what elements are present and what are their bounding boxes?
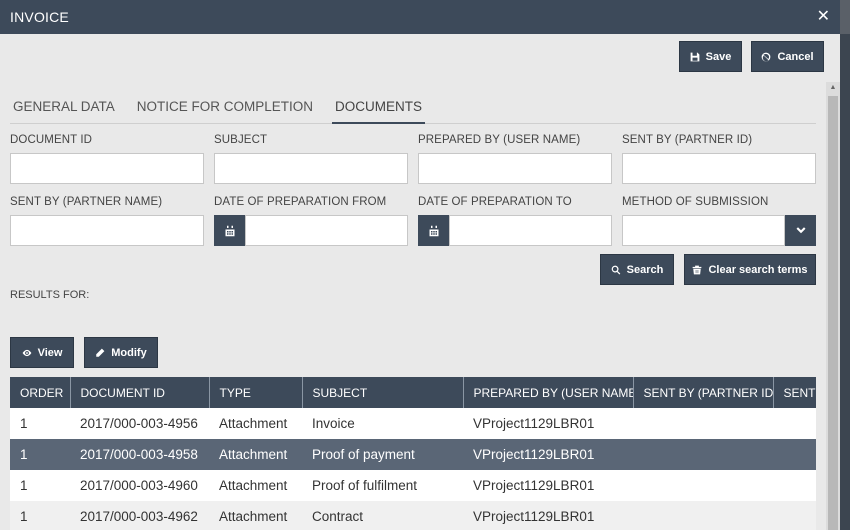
prepared-by-label: PREPARED BY (USER NAME): [418, 134, 581, 146]
column-header-order[interactable]: ORDER: [10, 377, 71, 408]
cell-subject: Invoice: [302, 408, 463, 439]
cell-prepared-by: VProject1129LBR01: [463, 501, 633, 530]
cell-prepared-by: VProject1129LBR01: [463, 439, 633, 470]
cell-order: 1: [10, 470, 70, 501]
save-button-label: Save: [705, 50, 732, 63]
cell-type: Attachment: [209, 408, 302, 439]
cell-sent-by-partner-id: [633, 408, 773, 439]
save-button[interactable]: Save: [679, 41, 742, 72]
sent-by-partner-name-input[interactable]: [10, 215, 204, 246]
clear-search-terms-label: Clear search terms: [708, 263, 808, 276]
pencil-icon: [96, 348, 105, 357]
method-of-submission-select[interactable]: [622, 215, 785, 246]
cell-document-id: 2017/000-003-4958: [70, 439, 209, 470]
ban-icon: [762, 52, 771, 61]
cell-sent-by: [773, 408, 816, 439]
cell-subject: Contract: [302, 501, 463, 530]
cancel-button[interactable]: Cancel: [751, 41, 824, 72]
cell-document-id: 2017/000-003-4962: [70, 501, 209, 530]
date-to-calendar-button[interactable]: [418, 215, 449, 246]
modify-button[interactable]: Modify: [84, 337, 158, 368]
table-row[interactable]: 1 2017/000-003-4958 Attachment Proof of …: [10, 439, 816, 470]
results-for-label: RESULTS FOR:: [10, 289, 90, 301]
sent-by-partner-name-label: SENT BY (PARTNER NAME): [10, 196, 163, 208]
cell-order: 1: [10, 501, 70, 530]
document-id-input[interactable]: [10, 153, 204, 184]
sent-by-partner-id-input[interactable]: [622, 153, 816, 184]
scrollbar-thumb[interactable]: [828, 96, 838, 530]
tab-documents[interactable]: DOCUMENTS: [332, 95, 426, 124]
table-header-row: ORDER DOCUMENT ID TYPE SUBJECT PREPARED …: [10, 377, 816, 408]
clear-search-terms-button[interactable]: Clear search terms: [684, 254, 816, 285]
view-button-label: View: [37, 346, 63, 359]
date-from-label: DATE OF PREPARATION FROM: [214, 196, 387, 208]
column-header-document-id[interactable]: DOCUMENT ID: [70, 377, 210, 408]
cell-type: Attachment: [209, 439, 302, 470]
cell-sent-by-partner-id: [633, 439, 773, 470]
cell-document-id: 2017/000-003-4956: [70, 408, 209, 439]
calendar-icon: [429, 225, 438, 236]
table-row[interactable]: 1 2017/000-003-4956 Attachment Invoice V…: [10, 408, 816, 439]
invoice-modal: INVOICE ✕ Save Cancel ▲ GENERAL DATA NOT…: [0, 0, 840, 530]
cell-sent-by-partner-id: [633, 470, 773, 501]
eye-icon: [22, 349, 31, 356]
modify-button-label: Modify: [111, 346, 147, 359]
date-to-input[interactable]: [449, 215, 612, 246]
search-icon: [611, 265, 620, 274]
column-header-prepared-by[interactable]: PREPARED BY (USER NAME): [463, 377, 634, 408]
chevron-down-icon: [796, 226, 805, 233]
floppy-disk-icon: [690, 52, 700, 61]
background-app-edge: [840, 34, 850, 530]
cell-sent-by: [773, 439, 816, 470]
column-header-sent-by[interactable]: SENT BY: [773, 377, 816, 408]
method-dropdown-button[interactable]: [785, 215, 816, 246]
cell-prepared-by: VProject1129LBR01: [463, 408, 633, 439]
trash-icon: [693, 265, 702, 274]
date-from-calendar-button[interactable]: [214, 215, 245, 246]
search-button[interactable]: Search: [600, 254, 674, 285]
documents-table: ORDER DOCUMENT ID TYPE SUBJECT PREPARED …: [10, 377, 816, 530]
view-button[interactable]: View: [10, 337, 74, 368]
date-to-label: DATE OF PREPARATION TO: [418, 196, 572, 208]
subject-label: SUBJECT: [214, 134, 268, 146]
scroll-up-icon[interactable]: ▲: [829, 84, 837, 92]
cell-order: 1: [10, 439, 70, 470]
table-row[interactable]: 1 2017/000-003-4962 Attachment Contract …: [10, 501, 816, 530]
date-from-input[interactable]: [245, 215, 408, 246]
modal-titlebar: INVOICE ✕: [0, 0, 840, 34]
cell-order: 1: [10, 408, 70, 439]
modal-title: INVOICE: [10, 9, 69, 25]
tab-notice-for-completion[interactable]: NOTICE FOR COMPLETION: [134, 95, 316, 124]
cell-type: Attachment: [209, 470, 302, 501]
document-id-label: DOCUMENT ID: [10, 134, 93, 146]
column-header-sent-by-partner-id[interactable]: SENT BY (PARTNER ID): [633, 377, 774, 408]
method-of-submission-label: METHOD OF SUBMISSION: [622, 196, 769, 208]
calendar-icon: [225, 225, 234, 236]
cell-type: Attachment: [209, 501, 302, 530]
cell-sent-by-partner-id: [633, 501, 773, 530]
cancel-button-label: Cancel: [777, 50, 814, 63]
subject-input[interactable]: [214, 153, 408, 184]
table-row[interactable]: 1 2017/000-003-4960 Attachment Proof of …: [10, 470, 816, 501]
cell-sent-by: [773, 501, 816, 530]
cell-document-id: 2017/000-003-4960: [70, 470, 209, 501]
tab-bar: GENERAL DATA NOTICE FOR COMPLETION DOCUM…: [10, 95, 816, 124]
cell-prepared-by: VProject1129LBR01: [463, 470, 633, 501]
tab-general-data[interactable]: GENERAL DATA: [10, 95, 118, 124]
cell-subject: Proof of payment: [302, 439, 463, 470]
column-header-type[interactable]: TYPE: [209, 377, 303, 408]
prepared-by-input[interactable]: [418, 153, 612, 184]
close-icon[interactable]: ✕: [817, 9, 830, 25]
sent-by-partner-id-label: SENT BY (PARTNER ID): [622, 134, 753, 146]
column-header-subject[interactable]: SUBJECT: [302, 377, 464, 408]
search-button-label: Search: [626, 263, 664, 276]
cell-subject: Proof of fulfilment: [302, 470, 463, 501]
cell-sent-by: [773, 470, 816, 501]
